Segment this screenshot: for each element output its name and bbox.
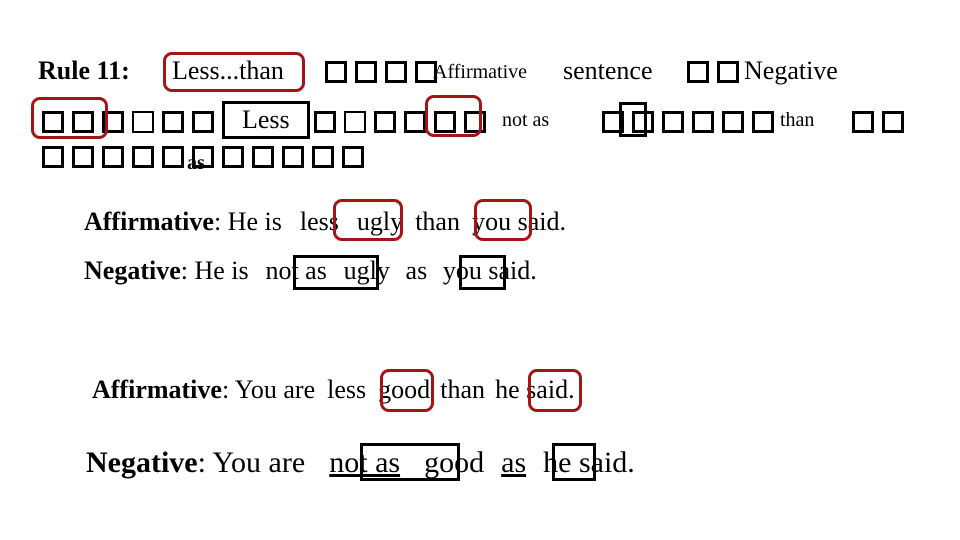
rule-not-as: not as	[502, 109, 550, 131]
less-highlight-box	[222, 101, 310, 139]
highlight-less: less	[327, 375, 367, 404]
rule-keyword-highlight	[163, 52, 305, 92]
highlight-as: as	[405, 256, 428, 285]
rule-than-word: than	[780, 109, 815, 131]
negative-label: Negative	[86, 446, 198, 479]
example-1-not-as-box	[293, 255, 379, 290]
example-2-as-box	[552, 443, 596, 481]
example-1-less-box	[333, 199, 403, 241]
glyph-run-1	[325, 58, 445, 88]
glyph-run-6	[852, 108, 912, 138]
example-2-than-box	[528, 369, 582, 412]
affirmative-label: Affirmative	[92, 375, 222, 404]
glyph-run-2	[687, 58, 747, 88]
negative-label: Negative	[84, 256, 181, 285]
highlight-than: than	[415, 207, 460, 236]
rule-label: Rule 11:	[38, 56, 130, 85]
highlight-than: than	[440, 375, 486, 404]
glyph-run-7	[42, 143, 372, 173]
example-1-as-box	[459, 255, 506, 290]
rule-affirmative-word: Affirmative	[433, 61, 528, 83]
example-2-not-as-box	[360, 443, 460, 481]
glyph-highlight-black	[619, 102, 647, 137]
example-2-less-box	[380, 369, 434, 412]
glyph-highlight-red-2	[425, 95, 482, 137]
rule-sentence-word: sentence	[563, 56, 653, 85]
example-2-affirmative: Affirmative: You are less good than he s…	[92, 375, 575, 404]
highlight-as: as	[501, 446, 527, 479]
affirmative-label: Affirmative	[84, 207, 214, 236]
rule-as-word: as	[187, 152, 205, 174]
example-1-than-box	[474, 199, 532, 241]
rule-negative-word: Negative	[744, 56, 838, 85]
glyph-highlight-red-1	[31, 97, 108, 139]
